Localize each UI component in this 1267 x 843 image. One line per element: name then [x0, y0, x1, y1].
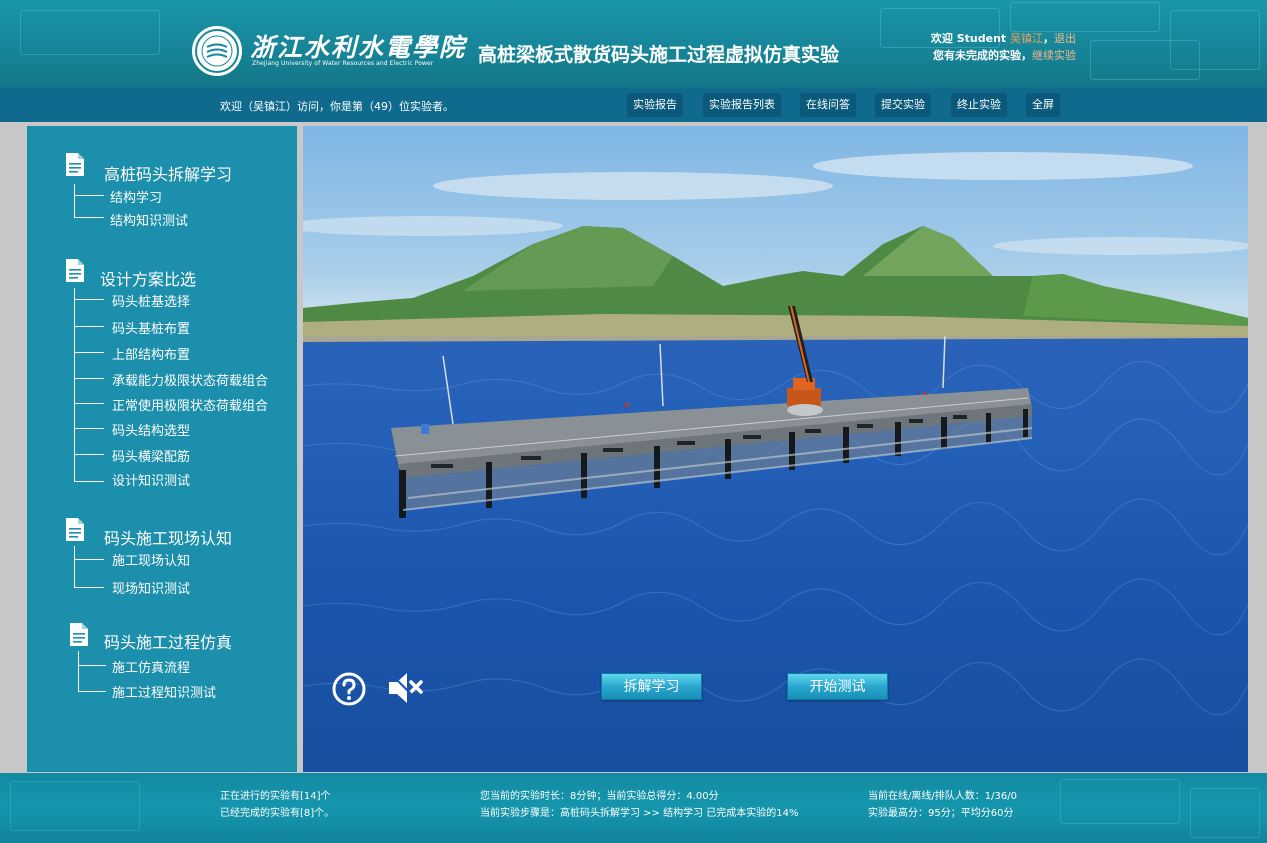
nav-item-structure-learning[interactable]: 结构学习: [110, 187, 162, 206]
document-icon: [66, 153, 84, 176]
terminate-experiment-button[interactable]: 终止实验: [951, 93, 1007, 117]
tree-branch: [74, 352, 104, 353]
start-test-button[interactable]: 开始测试: [787, 673, 888, 700]
header: 浙江水利水電學院 Zhejiang University of Water Re…: [0, 0, 1267, 88]
online-qa-button[interactable]: 在线问答: [800, 93, 856, 117]
nav-item-structure-type[interactable]: 码头结构选型: [112, 420, 190, 439]
section-title-design-comparison[interactable]: 设计方案比选: [100, 266, 196, 290]
finished-experiments-count: 已经完成的实验有[8]个。: [220, 808, 335, 819]
fullscreen-button[interactable]: 全屏: [1026, 93, 1060, 117]
footer-decoration: [1190, 788, 1260, 838]
tree-line: [74, 288, 75, 482]
tree-branch: [74, 587, 104, 588]
tree-branch: [74, 403, 104, 404]
footer-decoration: [10, 781, 140, 831]
nav-item-site-test[interactable]: 现场知识测试: [112, 578, 190, 597]
score-statistics: 实验最高分：95分；平均分60分: [868, 808, 1014, 819]
footer: 正在进行的实验有[14]个 已经完成的实验有[8]个。 您当前的实验时长：8分钟…: [0, 773, 1267, 843]
section-title-site-cognition[interactable]: 码头施工现场认知: [104, 525, 232, 549]
comma: ，: [1043, 32, 1054, 45]
header-decoration: [1090, 40, 1200, 80]
school-name-cn: 浙江水利水電學院: [250, 33, 467, 62]
nav-item-site-cognition[interactable]: 施工现场认知: [112, 550, 190, 569]
report-button[interactable]: 实验报告: [627, 93, 683, 117]
section-title-disassembly[interactable]: 高桩码头拆解学习: [104, 161, 232, 185]
help-icon[interactable]: [332, 672, 366, 706]
document-icon: [70, 623, 88, 646]
nav-item-pile-selection[interactable]: 码头桩基选择: [112, 291, 190, 310]
tree-branch: [74, 299, 104, 300]
section-title-process-simulation[interactable]: 码头施工过程仿真: [104, 629, 232, 653]
simulation-viewport[interactable]: 拆解学习 开始测试: [303, 126, 1248, 772]
navbar: 欢迎（吴镇江）访问，你是第（49）位实验者。 实验报告 实验报告列表 在线问答 …: [0, 88, 1267, 122]
tree-branch: [78, 691, 106, 692]
welcome-label: 欢迎 Student: [930, 32, 1007, 45]
tree-branch: [74, 217, 104, 218]
disassemble-learning-button[interactable]: 拆解学习: [601, 673, 702, 700]
tree-branch: [74, 454, 104, 455]
report-list-button[interactable]: 实验报告列表: [703, 93, 781, 117]
running-experiments-count: 正在进行的实验有[14]个: [220, 791, 331, 802]
tree-branch: [74, 481, 104, 482]
sidebar: 高桩码头拆解学习 结构学习 结构知识测试 设计方案比选 码头桩基选择 码头基桩布…: [27, 126, 297, 772]
tree-branch: [74, 428, 104, 429]
nav-item-ultimate-load-combination[interactable]: 承载能力极限状态荷载组合: [112, 370, 268, 389]
wharf-scene: [303, 152, 1248, 716]
current-step-progress: 当前实验步骤是：高桩码头拆解学习 >> 结构学习 已完成本实验的14%: [480, 808, 799, 819]
tree-branch: [78, 665, 106, 666]
user-name: 吴镇江: [1010, 32, 1043, 45]
user-box: 欢迎 Student 吴镇江，退出 您有未完成的实验，继续实验: [900, 30, 1076, 64]
document-icon: [66, 259, 84, 282]
logout-link[interactable]: 退出: [1054, 32, 1076, 45]
header-decoration: [20, 10, 160, 55]
experiment-duration-score: 您当前的实验时长：8分钟；当前实验总得分：4.00分: [480, 791, 719, 802]
footer-decoration: [1060, 779, 1180, 824]
tree-line: [74, 184, 75, 218]
visit-welcome-text: 欢迎（吴镇江）访问，你是第（49）位实验者。: [220, 100, 454, 113]
nav-item-pile-layout[interactable]: 码头基桩布置: [112, 318, 190, 337]
nav-item-beam-reinforcement[interactable]: 码头横梁配筋: [112, 446, 190, 465]
sound-mute-icon[interactable]: [385, 668, 425, 708]
nav-item-serviceability-load-combination[interactable]: 正常使用极限状态荷载组合: [112, 395, 268, 414]
app-title: 高桩梁板式散货码头施工过程虚拟仿真实验: [478, 44, 840, 66]
tree-branch: [74, 326, 104, 327]
document-icon: [66, 518, 84, 541]
school-seal-icon: [192, 26, 242, 76]
header-decoration: [1010, 2, 1160, 32]
tree-branch: [74, 559, 104, 560]
tree-line: [78, 651, 79, 692]
nav-item-superstructure-layout[interactable]: 上部结构布置: [112, 344, 190, 363]
nav-item-design-test[interactable]: 设计知识测试: [112, 470, 190, 489]
online-offline-queue-count: 当前在线/离线/排队人数：1/36/0: [868, 791, 1017, 802]
submit-experiment-button[interactable]: 提交实验: [875, 93, 931, 117]
continue-experiment-link[interactable]: 继续实验: [1032, 49, 1076, 62]
tree-branch: [74, 378, 104, 379]
tree-line: [74, 546, 75, 588]
unfinished-text: 您有未完成的实验，: [933, 49, 1032, 62]
school-name-en: Zhejiang University of Water Resources a…: [252, 60, 434, 67]
nav-item-simulation-flow[interactable]: 施工仿真流程: [112, 657, 190, 676]
tree-branch: [74, 195, 104, 196]
nav-item-structure-test[interactable]: 结构知识测试: [110, 210, 188, 229]
nav-item-process-test[interactable]: 施工过程知识测试: [112, 682, 216, 701]
